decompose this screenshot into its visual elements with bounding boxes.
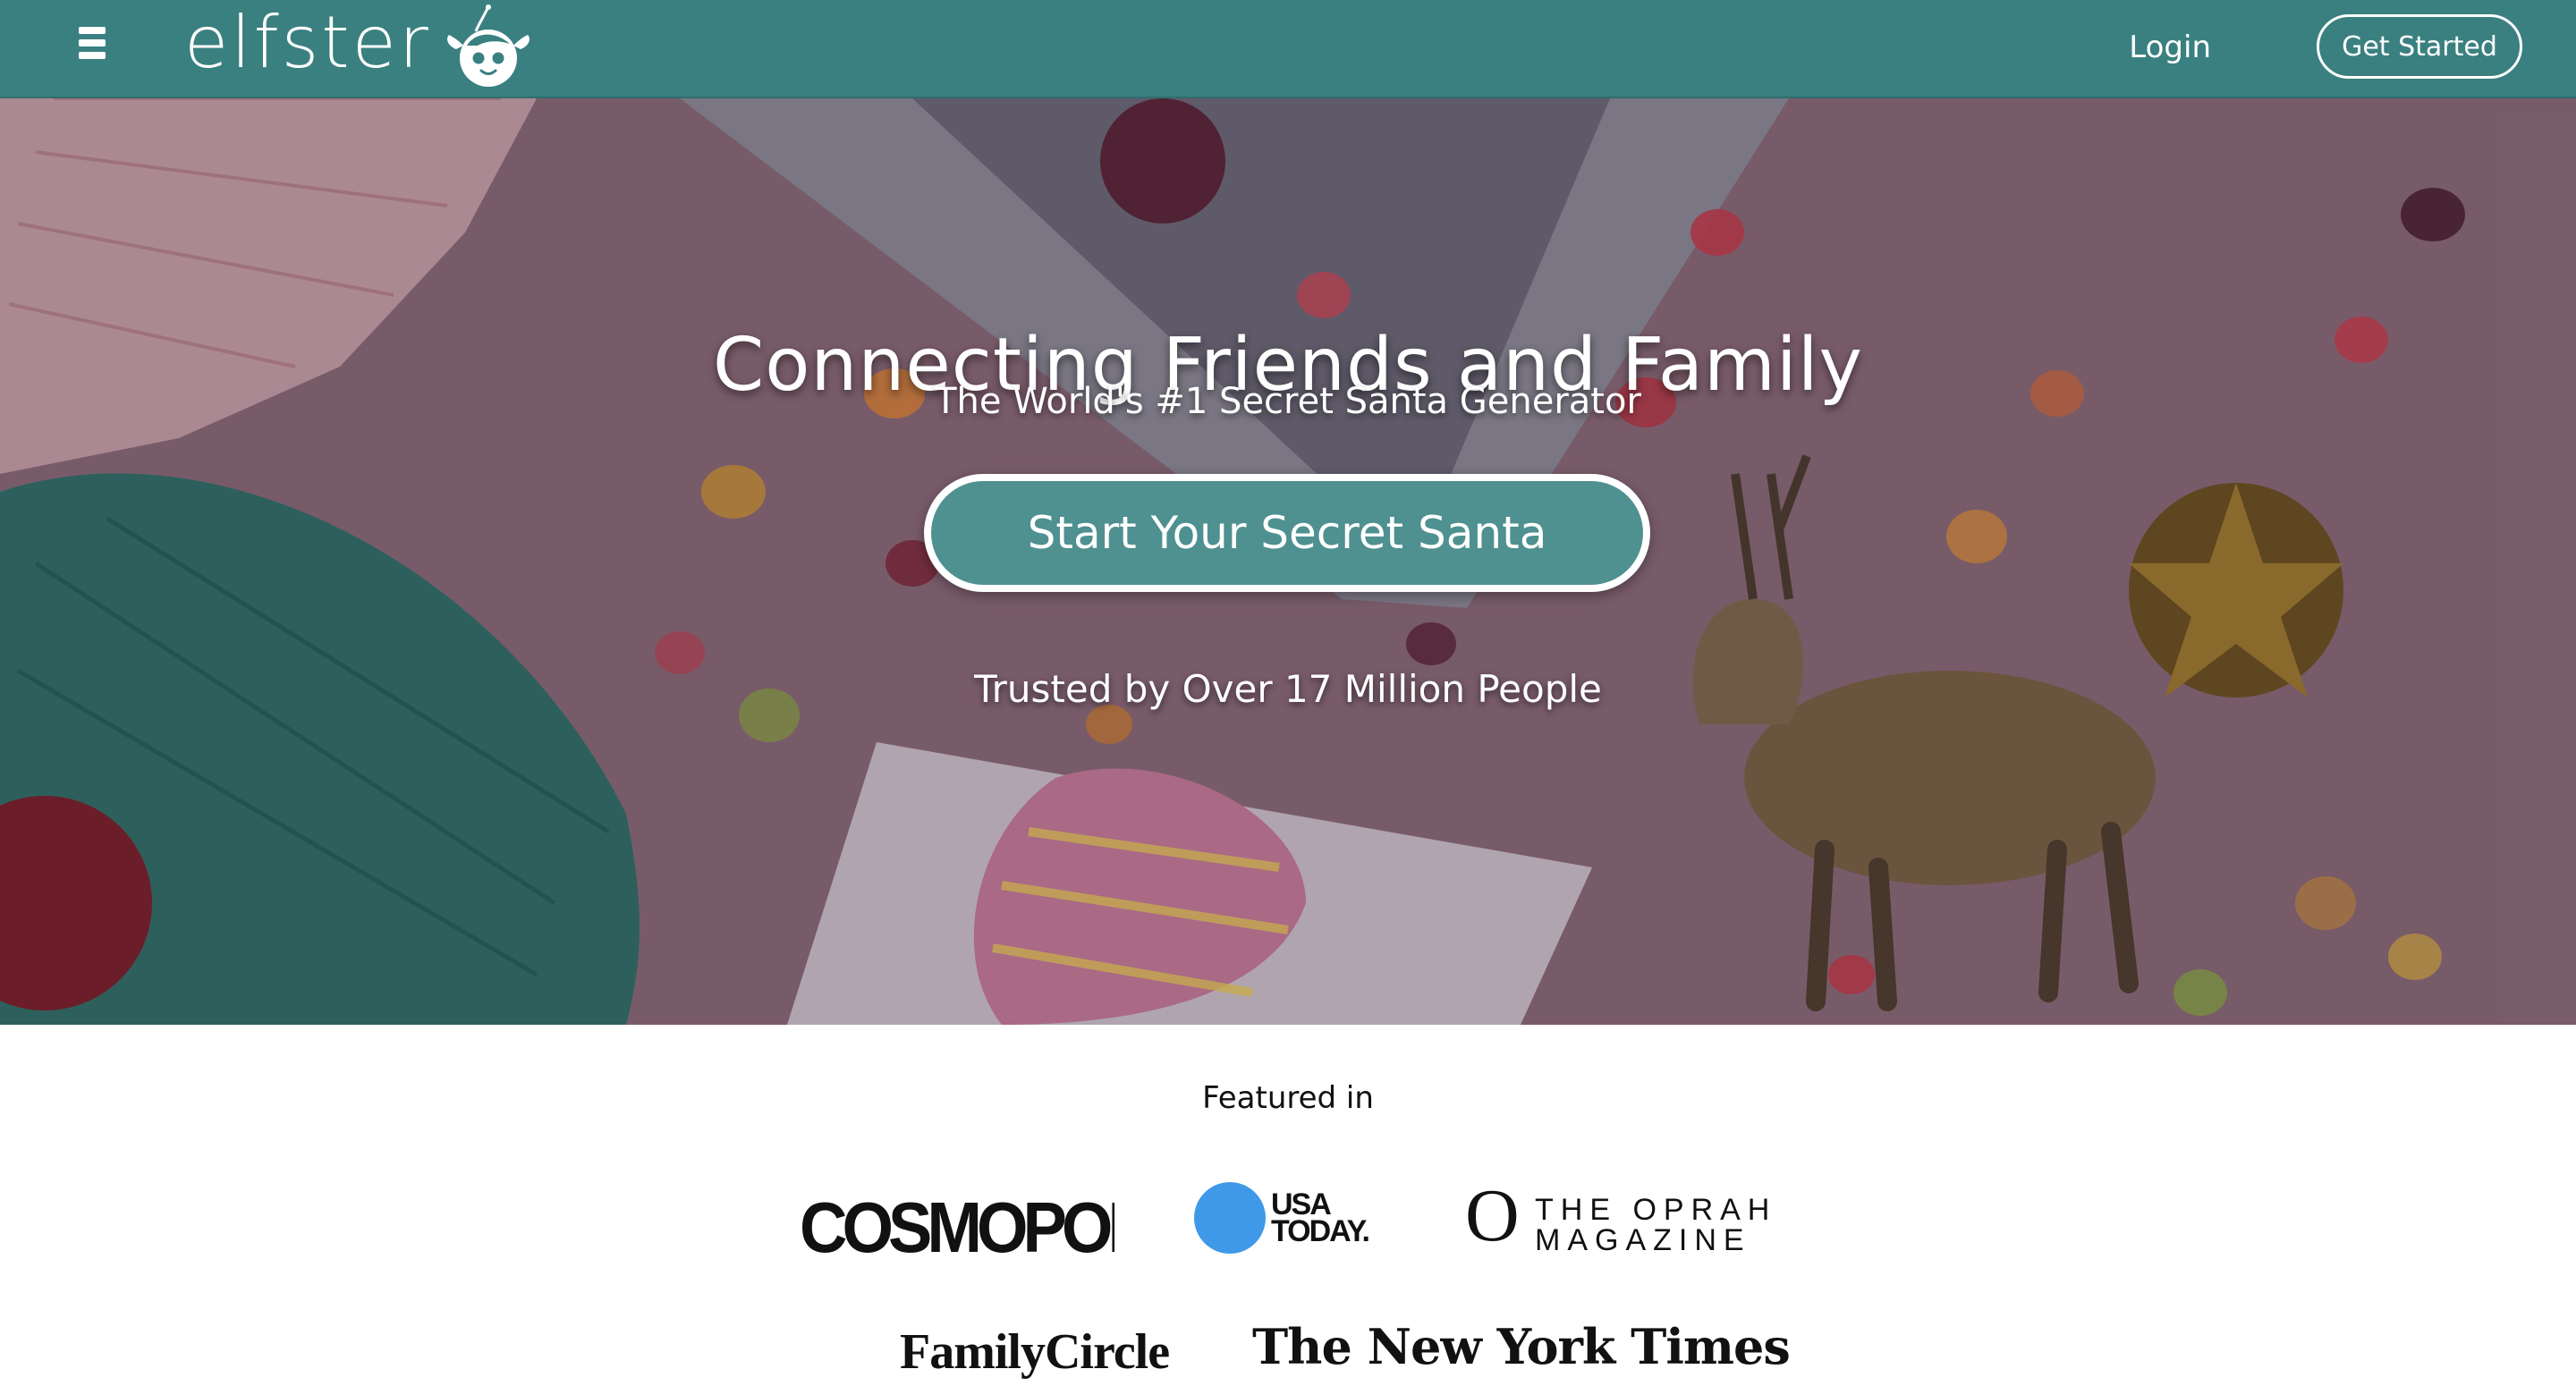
press-logos-row: COSMOPOLITAN USA TODAY. O THE OPRAH MAGA…	[0, 1171, 2576, 1268]
hamburger-menu-icon[interactable]	[79, 27, 109, 63]
logo-wordmark: elfster	[184, 1, 431, 84]
top-navigation-bar: elfster Login Get Started	[0, 0, 2576, 98]
oprah-line1: THE OPRAH	[1535, 1193, 1777, 1227]
trust-statement: Trusted by Over 17 Million People	[974, 667, 1602, 711]
start-secret-santa-button[interactable]: Start Your Secret Santa	[924, 474, 1650, 592]
hero-subtitle: The World's #1 Secret Santa Generator	[935, 381, 1641, 422]
family-circle-logo: FamilyCircle	[900, 1324, 1170, 1380]
elf-mascot-icon	[446, 4, 530, 87]
new-york-times-logo: The New York Times	[1252, 1318, 1791, 1375]
oprah-o-letter: O	[1465, 1174, 1520, 1257]
get-started-button[interactable]: Get Started	[2317, 14, 2522, 79]
elfster-logo[interactable]: elfster	[184, 0, 533, 95]
press-logos-row-2: FamilyCircle The New York Times	[0, 1314, 2576, 1386]
oprah-line2: MAGAZINE	[1535, 1223, 1751, 1257]
login-link[interactable]: Login	[2129, 27, 2211, 68]
hero-section: Connecting Friends and Family The World'…	[0, 98, 2576, 1025]
usa-today-line2: TODAY.	[1271, 1214, 1370, 1248]
featured-in-label: Featured in	[1202, 1080, 1374, 1116]
usa-today-circle-icon	[1194, 1182, 1266, 1254]
cosmopolitan-logo: COSMOPOLITAN	[800, 1187, 1114, 1268]
